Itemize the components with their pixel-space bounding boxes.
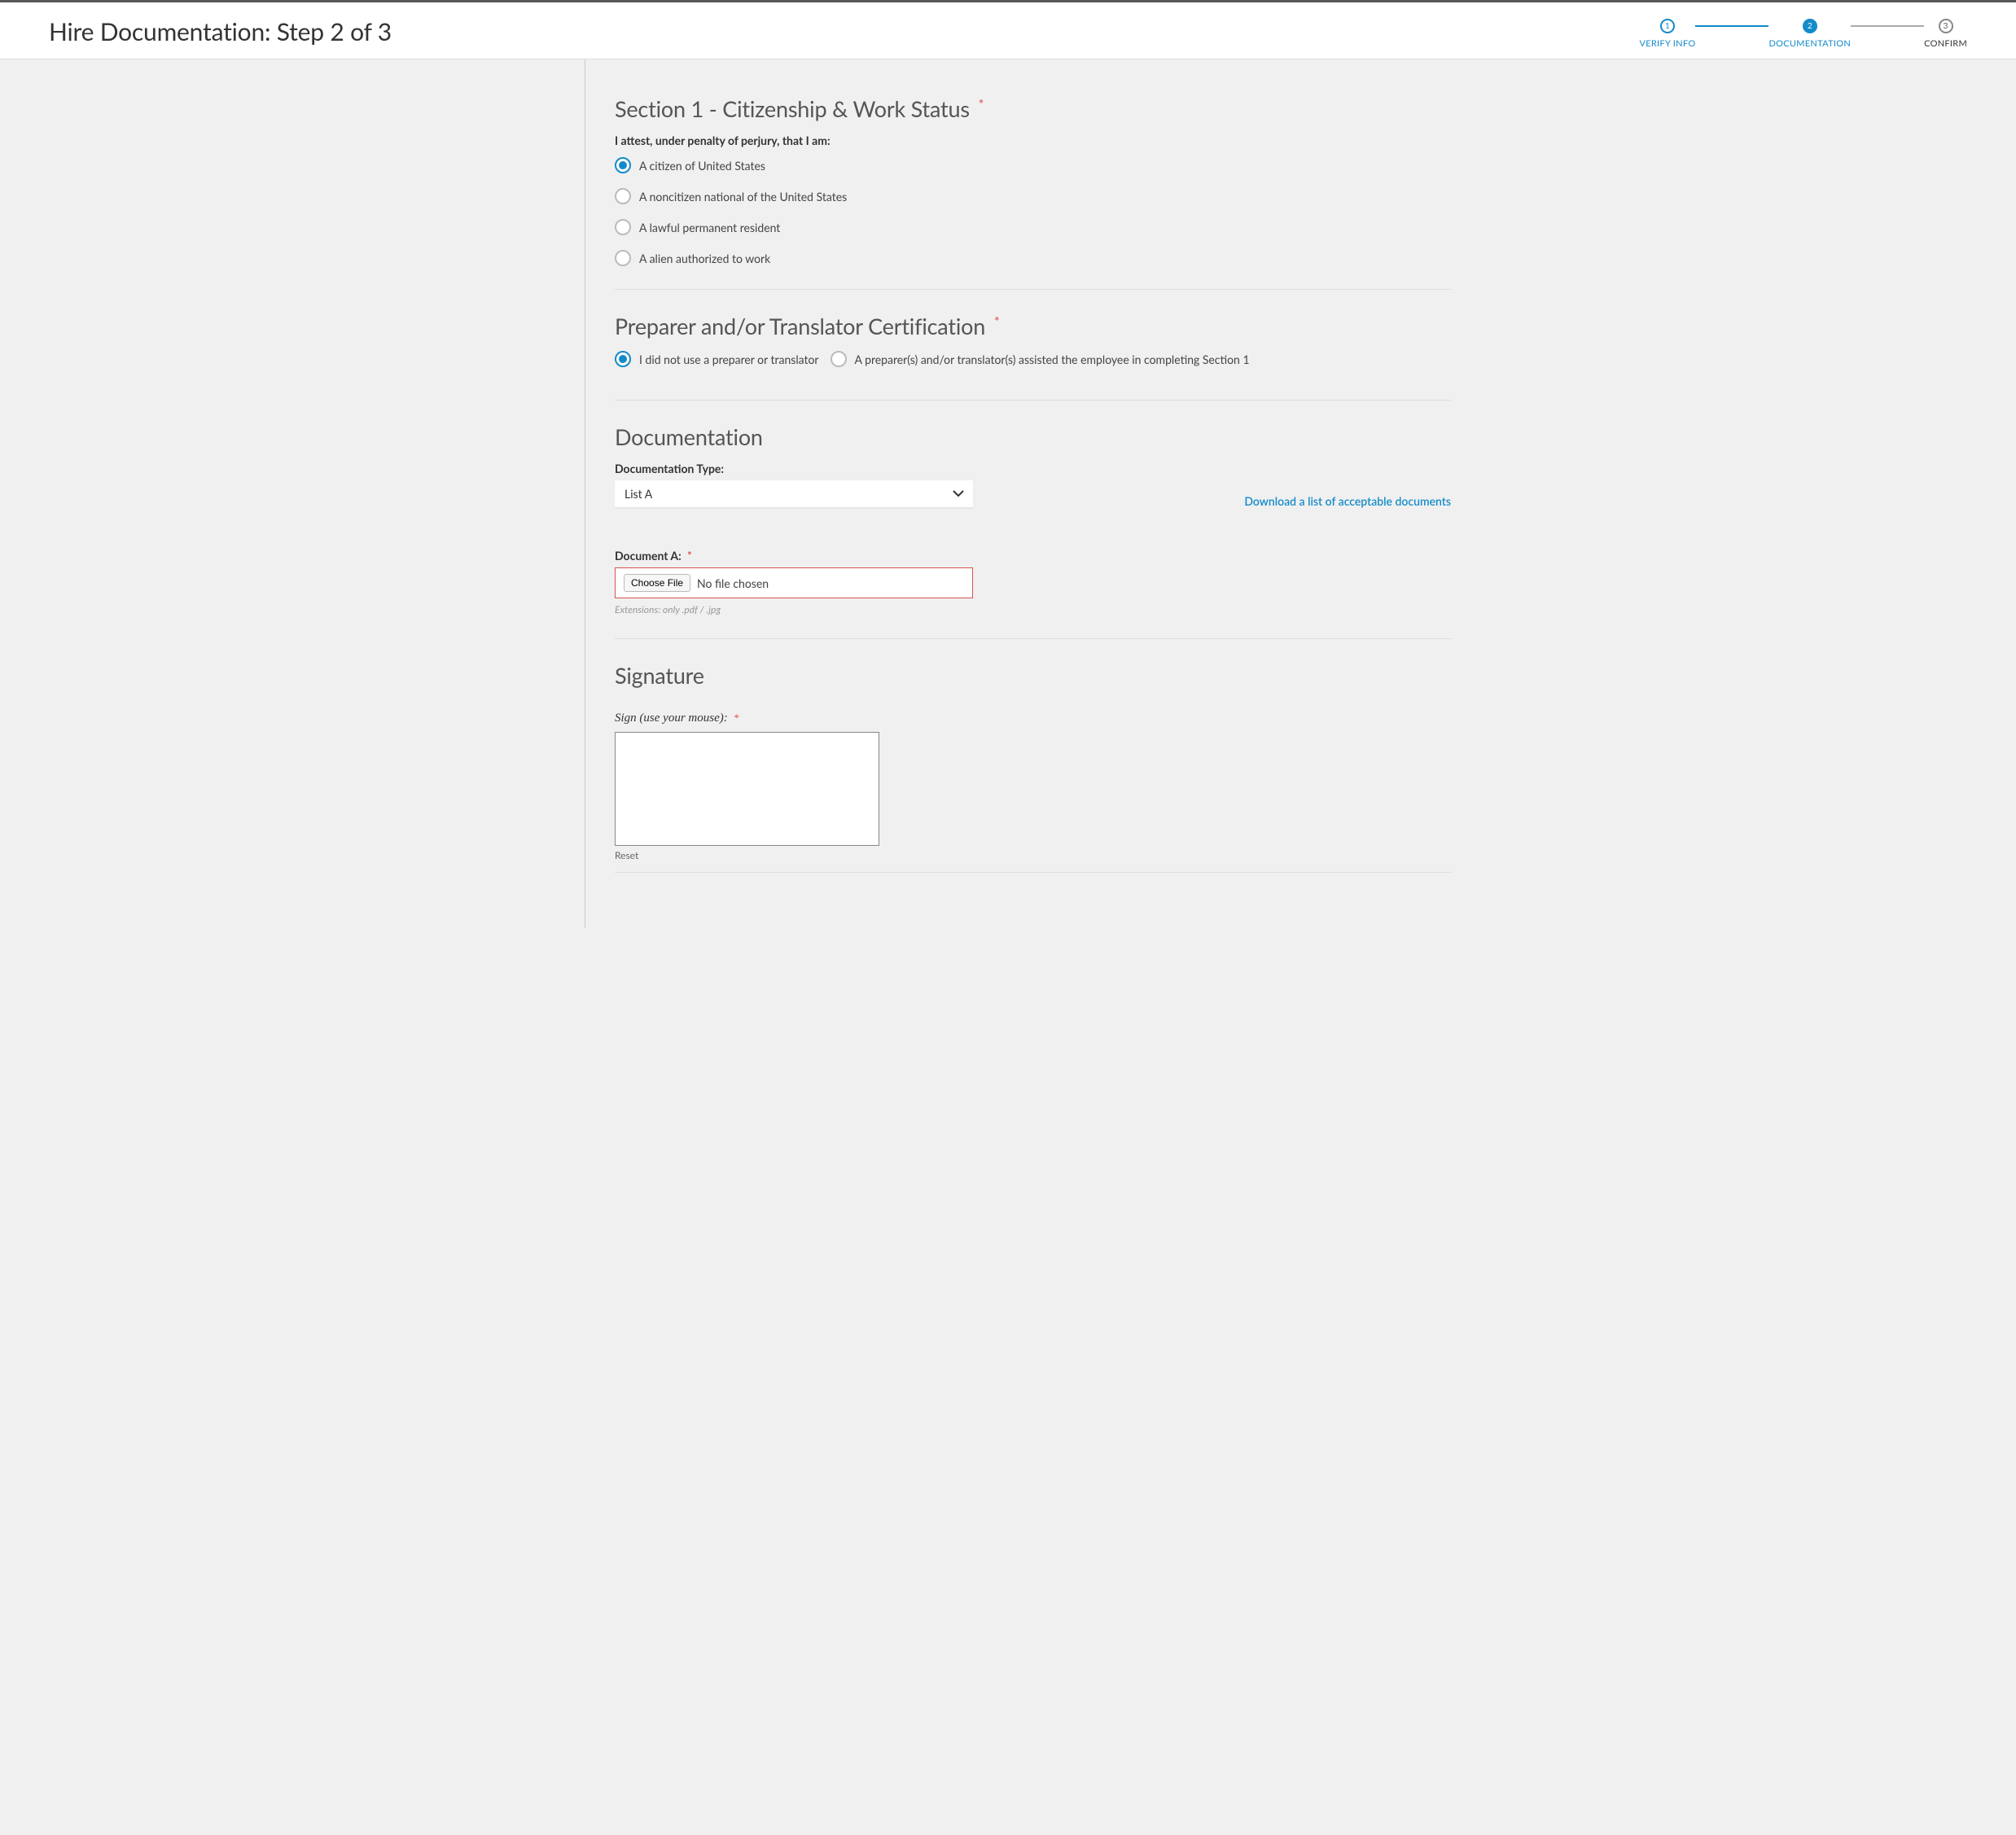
step-circle-2: 2	[1803, 19, 1817, 33]
file-extensions-hint: Extensions: only .pdf / .jpg	[615, 603, 1451, 615]
section-divider	[615, 289, 1451, 290]
preparer-option-no[interactable]: I did not use a preparer or translator	[615, 351, 819, 367]
page-title: Hire Documentation: Step 2 of 3	[49, 17, 392, 46]
required-star-icon: *	[994, 314, 1000, 330]
radio-icon	[615, 188, 631, 204]
radio-icon	[615, 219, 631, 235]
required-star-icon: *	[979, 97, 984, 112]
preparer-title-text: Preparer and/or Translator Certification	[615, 313, 985, 339]
radio-label: A lawful permanent resident	[639, 221, 780, 234]
signature-field-label: Sign (use your mouse): *	[615, 712, 1451, 725]
document-a-label: Document A: *	[615, 549, 1451, 563]
choose-file-button[interactable]: Choose File	[624, 574, 690, 592]
radio-label: A citizen of United States	[639, 159, 765, 173]
download-acceptable-docs-link[interactable]: Download a list of acceptable documents	[1244, 494, 1451, 508]
citizenship-option-noncitizen-national[interactable]: A noncitizen national of the United Stat…	[615, 188, 1451, 204]
signature-label-text: Sign (use your mouse):	[615, 712, 728, 725]
documentation-type-value: List A	[615, 480, 973, 508]
step-circle-1: 1	[1660, 19, 1675, 33]
section1-title: Section 1 - Citizenship & Work Status *	[615, 95, 1451, 122]
file-chosen-status: No file chosen	[697, 576, 769, 590]
radio-icon	[615, 157, 631, 173]
step-circle-3: 3	[1939, 19, 1953, 33]
document-a-label-text: Document A:	[615, 549, 681, 563]
section-divider	[615, 872, 1451, 873]
form-content: Section 1 - Citizenship & Work Status * …	[585, 59, 1480, 928]
radio-icon	[615, 351, 631, 367]
section-divider	[615, 638, 1451, 639]
document-a-file-input[interactable]: Choose File No file chosen	[615, 567, 973, 598]
section-divider	[615, 400, 1451, 401]
preparer-title: Preparer and/or Translator Certification…	[615, 313, 1451, 339]
step-label-2: DOCUMENTATION	[1768, 38, 1851, 49]
attest-statement: I attest, under penalty of perjury, that…	[615, 134, 1451, 147]
radio-label: A preparer(s) and/or translator(s) assis…	[855, 353, 1250, 366]
preparer-option-yes[interactable]: A preparer(s) and/or translator(s) assis…	[831, 351, 1250, 367]
documentation-title: Documentation	[615, 423, 1451, 450]
radio-label: A alien authorized to work	[639, 252, 770, 265]
documentation-type-select[interactable]: List A	[615, 480, 973, 508]
page-header: Hire Documentation: Step 2 of 3 1 VERIFY…	[0, 2, 2016, 59]
step-documentation[interactable]: 2 DOCUMENTATION	[1768, 19, 1851, 49]
signature-title: Signature	[615, 662, 1451, 689]
signature-canvas[interactable]	[615, 732, 879, 846]
preparer-options: I did not use a preparer or translator A…	[615, 351, 1451, 367]
required-star-icon: *	[687, 549, 692, 562]
step-connector-2	[1851, 25, 1924, 27]
radio-icon	[615, 250, 631, 266]
document-a-block: Document A: * Choose File No file chosen…	[615, 549, 1451, 615]
radio-label: A noncitizen national of the United Stat…	[639, 190, 847, 204]
documentation-type-label: Documentation Type:	[615, 462, 973, 475]
radio-label: I did not use a preparer or translator	[639, 353, 819, 366]
progress-stepper: 1 VERIFY INFO 2 DOCUMENTATION 3 CONFIRM	[1639, 17, 1967, 49]
radio-icon	[831, 351, 847, 367]
step-confirm[interactable]: 3 CONFIRM	[1924, 19, 1967, 49]
documentation-type-row: Documentation Type: List A Download a li…	[615, 462, 1451, 508]
step-label-1: VERIFY INFO	[1639, 38, 1695, 49]
citizenship-option-alien-authorized[interactable]: A alien authorized to work	[615, 250, 1451, 266]
signature-reset-link[interactable]: Reset	[615, 849, 638, 861]
step-label-3: CONFIRM	[1924, 38, 1967, 49]
required-star-icon: *	[734, 712, 739, 724]
section1-title-text: Section 1 - Citizenship & Work Status	[615, 95, 970, 122]
citizenship-option-permanent-resident[interactable]: A lawful permanent resident	[615, 219, 1451, 235]
step-verify-info[interactable]: 1 VERIFY INFO	[1639, 19, 1695, 49]
citizenship-option-citizen[interactable]: A citizen of United States	[615, 157, 1451, 173]
step-connector-1	[1695, 25, 1768, 27]
